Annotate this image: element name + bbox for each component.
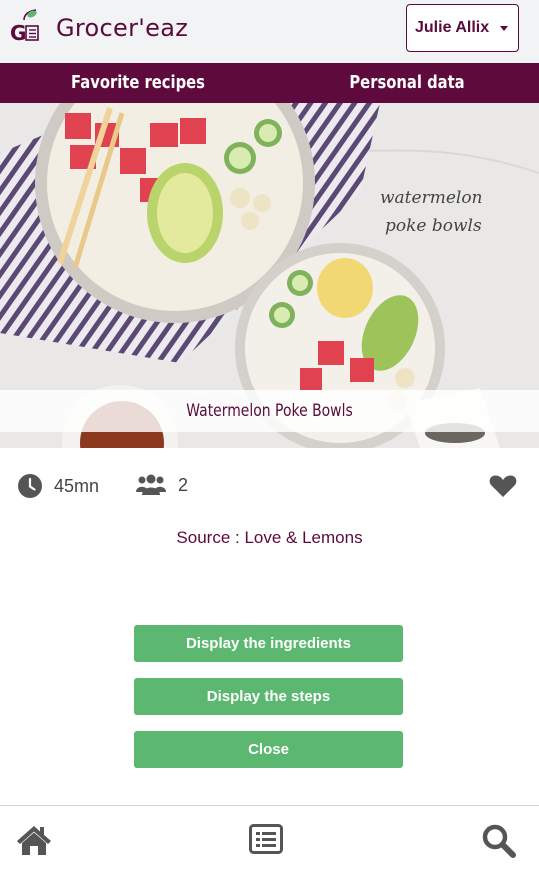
display-steps-button[interactable]: Display the steps [134,678,403,715]
recipe-image: watermelon poke bowls Watermelon Poke Bo… [0,103,539,448]
app-logo[interactable]: G [10,9,42,43]
recipe-title-bar: Watermelon Poke Bowls [0,390,539,432]
user-name: Julie Allix [415,19,490,36]
list-icon[interactable] [249,824,283,854]
duration-info: 45mn [18,474,99,498]
brand-name[interactable]: Grocer'eaz [56,14,188,42]
nav-personal-data[interactable]: Personal data [344,63,470,103]
recipe-source[interactable]: Source : Love & Lemons [0,528,539,548]
bottom-nav [0,805,539,875]
close-button[interactable]: Close [134,731,403,768]
servings-info: 2 [136,474,188,496]
users-icon [136,474,166,495]
top-nav: Favorite recipes Personal data [0,63,539,103]
search-icon[interactable] [482,824,516,858]
image-caption-line1: watermelon [380,188,483,208]
duration-value: 45mn [54,475,100,496]
nav-favorite-recipes[interactable]: Favorite recipes [71,63,205,103]
display-ingredients-button[interactable]: Display the ingredients [134,625,403,662]
app-header: G Grocer'eaz Julie Allix [0,0,539,63]
servings-value: 2 [178,474,189,495]
user-menu-button[interactable]: Julie Allix [406,4,519,52]
favorite-heart-icon[interactable] [489,474,517,498]
logo-letter: G [10,21,26,43]
home-icon[interactable] [16,824,52,856]
clock-icon [18,474,42,498]
recipe-meta: 45mn 2 [0,468,539,504]
recipe-title: Watermelon Poke Bowls [186,401,353,421]
image-caption-line2: poke bowls [385,216,482,236]
caret-down-icon [500,26,508,31]
